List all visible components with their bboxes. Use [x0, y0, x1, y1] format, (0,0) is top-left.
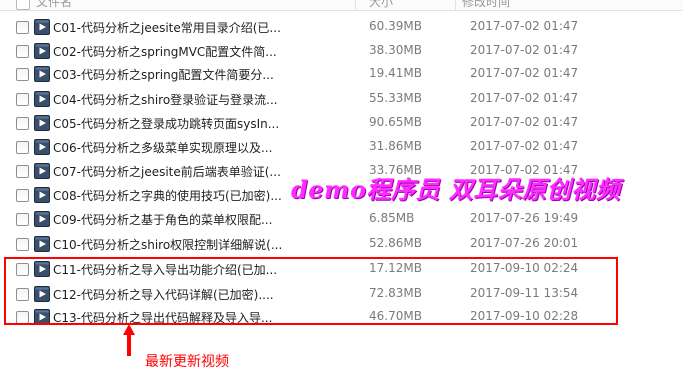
column-header-size[interactable]: 大小 — [369, 0, 393, 10]
file-size: 55.33MB — [369, 91, 422, 105]
file-size: 19.41MB — [369, 66, 422, 80]
file-row[interactable]: C03-代码分析之spring配置文件简要分... 19.41MB 2017-07-… — [0, 63, 683, 86]
file-row[interactable]: C06-代码分析之多级菜单实现原理以及... 31.86MB 2017-07-02 … — [0, 136, 683, 159]
video-file-icon — [34, 139, 50, 155]
row-checkbox[interactable] — [16, 213, 29, 226]
video-file-icon — [34, 187, 50, 203]
select-all-checkbox[interactable] — [16, 0, 30, 10]
video-file-icon — [34, 236, 50, 252]
file-date: 2017-07-26 20:01 — [470, 236, 579, 250]
file-date: 2017-07-02 01:47 — [470, 66, 579, 80]
file-name[interactable]: C07-代码分析之jeesite前后端表单验证(... — [53, 163, 281, 180]
file-name[interactable]: C10-代码分析之shiro权限控制详细解说(... — [53, 236, 282, 253]
file-size: 90.65MB — [369, 115, 422, 129]
row-checkbox[interactable] — [16, 165, 29, 178]
column-divider[interactable] — [455, 0, 456, 10]
file-name[interactable]: C06-代码分析之多级菜单实现原理以及... — [53, 139, 272, 156]
file-date: 2017-07-02 01:47 — [470, 139, 579, 153]
file-name[interactable]: C03-代码分析之spring配置文件简要分... — [53, 66, 274, 83]
file-date: 2017-07-26 19:49 — [470, 211, 579, 225]
row-checkbox[interactable] — [16, 238, 29, 251]
file-name[interactable]: C08-代码分析之字典的使用技巧(已加密)... — [53, 187, 282, 204]
file-name[interactable]: C09-代码分析之基于角色的菜单权限配... — [53, 211, 272, 228]
arrow-up-icon — [123, 324, 135, 356]
video-file-icon — [34, 43, 50, 59]
file-name[interactable]: C04-代码分析之shiro登录验证与登录流... — [53, 91, 278, 108]
file-date: 2017-07-02 01:47 — [470, 43, 579, 57]
video-file-icon — [34, 163, 50, 179]
file-name[interactable]: C02-代码分析之springMVC配置文件简... — [53, 43, 277, 60]
file-row[interactable]: C04-代码分析之shiro登录验证与登录流... 55.33MB 2017-07-… — [0, 88, 683, 111]
file-date: 2017-07-02 01:47 — [470, 19, 579, 33]
row-checkbox[interactable] — [16, 141, 29, 154]
row-checkbox[interactable] — [16, 45, 29, 58]
file-size: 31.86MB — [369, 139, 422, 153]
video-file-icon — [34, 19, 50, 35]
file-name[interactable]: C05-代码分析之登录成功跳转页面sysIn... — [53, 115, 279, 132]
row-checkbox[interactable] — [16, 117, 29, 130]
annotation-note: 最新更新视频 — [145, 354, 229, 370]
column-divider[interactable] — [355, 0, 356, 10]
file-date: 2017-07-02 01:47 — [470, 91, 579, 105]
file-row[interactable]: C09-代码分析之基于角色的菜单权限配... 6.85MB 2017-07-26 1… — [0, 208, 683, 231]
file-row[interactable]: C10-代码分析之shiro权限控制详细解说(... 52.86MB 2017-07… — [0, 233, 683, 256]
column-header: 文件名 大小 修改时间 — [0, 0, 683, 11]
file-size: 60.39MB — [369, 19, 422, 33]
video-file-icon — [34, 115, 50, 131]
file-row[interactable]: C05-代码分析之登录成功跳转页面sysIn... 90.65MB 2017-07-… — [0, 112, 683, 135]
file-size: 38.30MB — [369, 43, 422, 57]
row-checkbox[interactable] — [16, 68, 29, 81]
file-date: 2017-07-02 01:47 — [470, 115, 579, 129]
file-row[interactable]: C01-代码分析之jeesite常用目录介绍(已... 60.39MB 2017-0… — [0, 16, 683, 39]
row-checkbox[interactable] — [16, 93, 29, 106]
file-row[interactable]: C02-代码分析之springMVC配置文件简... 38.30MB 2017-07… — [0, 40, 683, 63]
highlight-box — [4, 257, 618, 325]
video-file-icon — [34, 91, 50, 107]
row-checkbox[interactable] — [16, 21, 29, 34]
video-file-icon — [34, 211, 50, 227]
video-file-icon — [34, 66, 50, 82]
row-checkbox[interactable] — [16, 189, 29, 202]
file-name[interactable]: C01-代码分析之jeesite常用目录介绍(已... — [53, 19, 281, 36]
file-size: 6.85MB — [369, 211, 415, 225]
column-header-modified[interactable]: 修改时间 — [462, 0, 510, 10]
watermark: demo程序员 双耳朵原创视频 — [291, 175, 621, 204]
column-header-name[interactable]: 文件名 — [36, 0, 72, 10]
file-size: 52.86MB — [369, 236, 422, 250]
